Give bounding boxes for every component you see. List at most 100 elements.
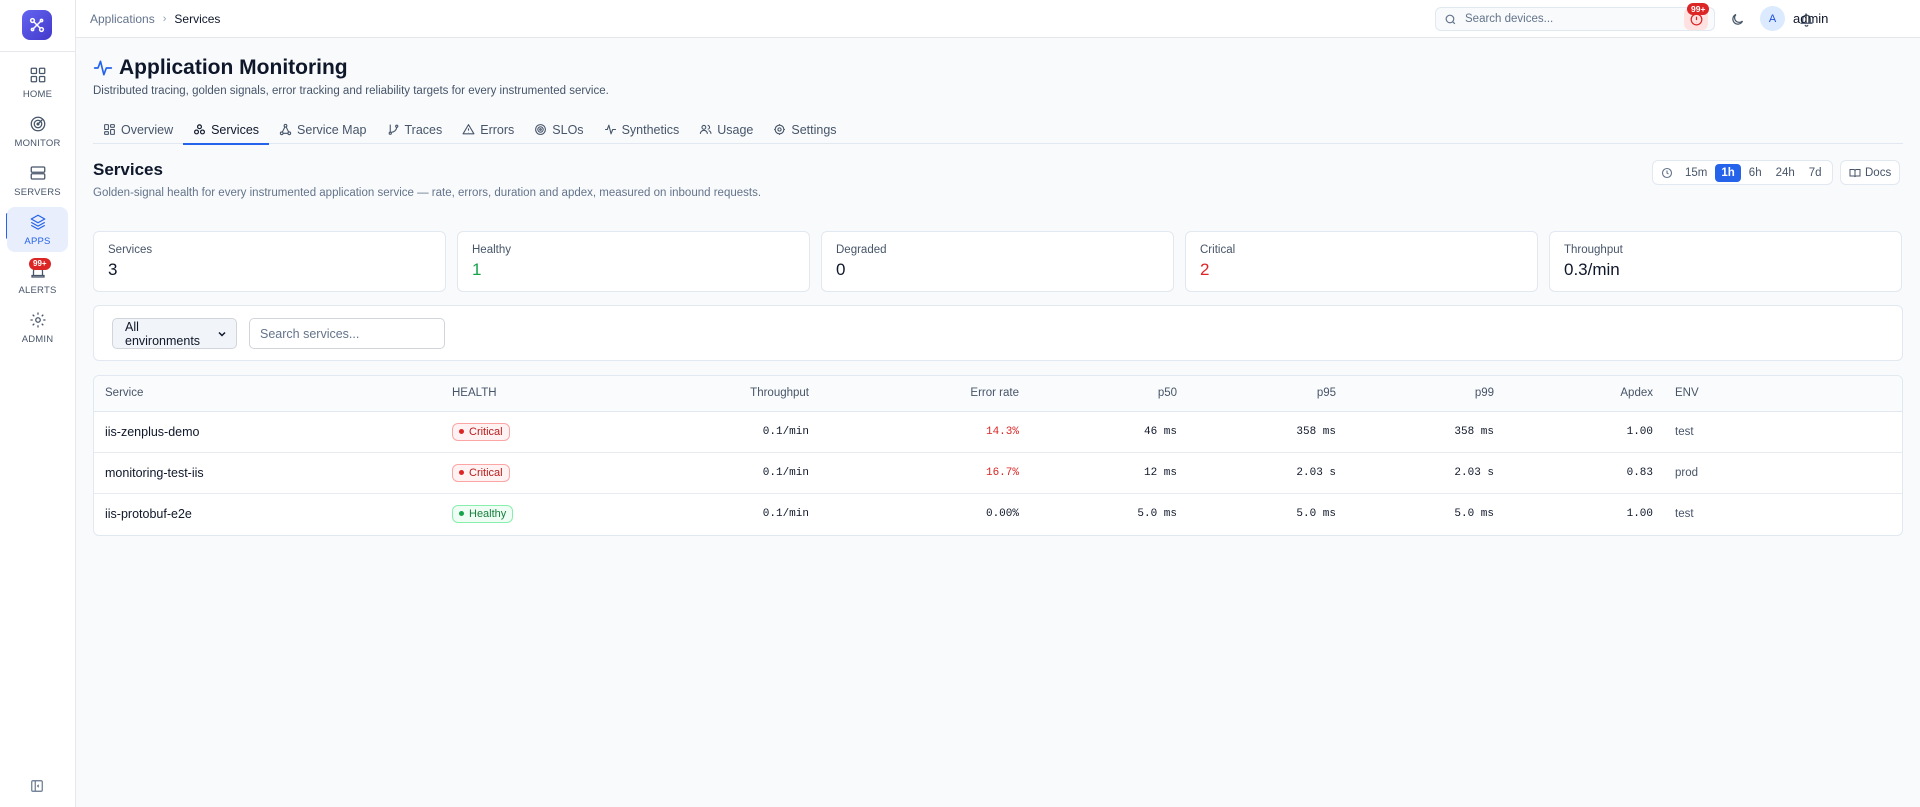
grid-icon [28, 65, 48, 85]
column-header-throughput[interactable]: Throughput [641, 376, 820, 412]
docs-label: Docs [1865, 166, 1892, 179]
p99-cell: 358 ms [1347, 411, 1505, 453]
column-header-env[interactable]: ENV [1664, 376, 1902, 412]
environment-select[interactable]: All environments [112, 318, 237, 349]
tab-label: Usage [717, 122, 754, 137]
collapse-sidebar-icon[interactable] [30, 779, 44, 793]
error-rate-cell: 16.7% [820, 452, 1030, 494]
alerts-count-badge: 99+ [29, 258, 51, 270]
stat-card-services: Services 3 [93, 231, 446, 292]
column-header-apdex[interactable]: Apdex [1505, 376, 1664, 412]
sidebar-item-admin[interactable]: ADMIN [7, 305, 68, 350]
chevron-down-icon [216, 328, 228, 340]
range-1h-button[interactable]: 1h [1715, 163, 1741, 182]
server-icon [28, 163, 48, 183]
user-menu[interactable]: A admin [1760, 6, 1828, 31]
services-table: Service HEALTH Throughput Error rate p50… [93, 375, 1903, 536]
breadcrumb-applications[interactable]: Applications [90, 12, 155, 26]
service-name[interactable]: monitoring-test-iis [94, 452, 441, 494]
service-name[interactable]: iis-protobuf-e2e [94, 493, 441, 534]
breadcrumb: Applications › Services [90, 12, 220, 26]
dashboard-icon [103, 123, 116, 136]
sidebar-item-label: ADMIN [21, 334, 54, 345]
column-header-p95[interactable]: p95 [1188, 376, 1347, 412]
stat-value: 1 [472, 260, 482, 279]
warning-icon [462, 123, 475, 136]
stat-value: 2 [1200, 260, 1210, 279]
column-header-error-rate[interactable]: Error rate [820, 376, 1030, 412]
git-branch-icon [387, 123, 400, 136]
column-header-service[interactable]: Service [94, 376, 441, 412]
page-subtitle: Distributed tracing, golden signals, err… [93, 85, 609, 97]
range-7d-button[interactable]: 7d [1803, 164, 1828, 182]
table-row[interactable]: monitoring-test-iis Critical 0.1/min 16.… [94, 452, 1902, 494]
error-rate-cell: 0.00% [985, 507, 1019, 520]
sidebar-item-alerts[interactable]: 99+ ALERTS [7, 256, 68, 301]
stat-card-throughput: Throughput 0.3/min [1549, 231, 1902, 292]
tab-label: Settings [791, 122, 837, 137]
tab-services[interactable]: Services [183, 115, 269, 145]
table-row[interactable]: iis-zenplus-demo Critical 0.1/min 14.3% … [94, 411, 1902, 453]
service-search-input[interactable] [249, 318, 445, 349]
stat-card-critical: Critical 2 [1185, 231, 1538, 292]
table-row[interactable]: iis-protobuf-e2e Healthy 0.1/min 0.00% 5… [94, 493, 1902, 534]
column-header-p99[interactable]: p99 [1347, 376, 1505, 412]
range-24h-button[interactable]: 24h [1770, 164, 1801, 182]
sidebar-item-label: SERVERS [14, 187, 61, 198]
app-logo[interactable] [22, 10, 52, 40]
sidebar-item-apps[interactable]: APPS [7, 207, 68, 252]
stat-card-healthy: Healthy 1 [457, 231, 810, 292]
p50-cell: 46 ms [1030, 411, 1188, 453]
column-header-p50[interactable]: p50 [1030, 376, 1188, 412]
device-search[interactable] [1435, 7, 1715, 31]
tab-settings[interactable]: Settings [763, 115, 846, 144]
range-15m-button[interactable]: 15m [1679, 164, 1713, 182]
stat-label: Degraded [836, 244, 887, 256]
page-header: Application Monitoring Distributed traci… [93, 56, 609, 97]
sidebar-item-label: MONITOR [14, 138, 61, 149]
gear-icon [773, 123, 786, 136]
range-6h-button[interactable]: 6h [1743, 164, 1768, 182]
sidebar-divider [0, 51, 75, 52]
tab-label: SLOs [552, 122, 584, 137]
gear-icon [28, 310, 48, 330]
users-icon [699, 123, 712, 136]
service-name[interactable]: iis-zenplus-demo [94, 411, 441, 453]
tab-traces[interactable]: Traces [377, 115, 453, 144]
sidebar-item-home[interactable]: HOME [7, 60, 68, 105]
clock-icon [1657, 167, 1677, 179]
tab-synthetics[interactable]: Synthetics [594, 115, 690, 144]
tab-service-map[interactable]: Service Map [269, 115, 376, 144]
env-cell: test [1675, 507, 1694, 520]
tab-overview[interactable]: Overview [93, 115, 183, 144]
docs-button[interactable]: Docs [1840, 160, 1901, 185]
service-map-icon [279, 123, 292, 136]
health-cell: Critical [441, 411, 641, 453]
status-dot-icon [459, 429, 464, 434]
apdex-cell: 0.83 [1505, 452, 1664, 494]
health-cell: Healthy [441, 493, 641, 534]
stat-label: Throughput [1564, 244, 1623, 256]
table-header-row: Service HEALTH Throughput Error rate p50… [94, 376, 1902, 412]
p95-cell: 5.0 ms [1296, 507, 1336, 520]
error-rate-cell: 14.3% [820, 411, 1030, 453]
apdex-cell: 1.00 [1505, 411, 1664, 453]
tab-slos[interactable]: SLOs [524, 115, 593, 144]
device-search-input[interactable] [1465, 13, 1705, 25]
column-header-health[interactable]: HEALTH [441, 376, 641, 412]
tab-usage[interactable]: Usage [689, 115, 763, 144]
sidebar: HOME MONITOR SERVERS APPS 99+ ALERTS ADM… [0, 0, 76, 807]
dark-mode-toggle-icon[interactable] [1728, 10, 1746, 28]
radar-icon [28, 114, 48, 134]
activity-icon [604, 123, 617, 136]
page-title: Application Monitoring [119, 56, 348, 79]
p99-cell: 2.03 s [1347, 452, 1505, 494]
p99-cell: 5.0 ms [1454, 507, 1494, 520]
status-dot-icon [459, 511, 464, 517]
stat-value: 0 [836, 260, 846, 279]
tab-label: Traces [404, 122, 443, 137]
stat-label: Healthy [472, 244, 511, 256]
tab-errors[interactable]: Errors [452, 115, 524, 144]
sidebar-item-monitor[interactable]: MONITOR [7, 109, 68, 154]
sidebar-item-servers[interactable]: SERVERS [7, 158, 68, 203]
